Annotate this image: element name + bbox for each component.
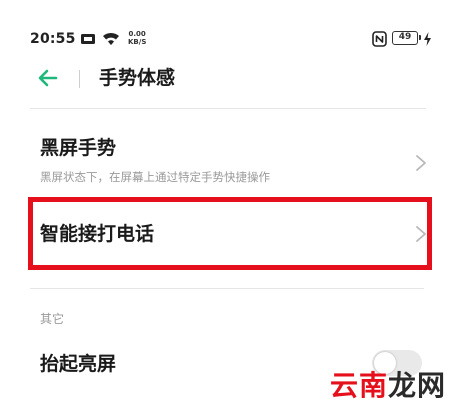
watermark-char-1: 云 xyxy=(330,369,360,402)
network-speed-unit: KB/S xyxy=(128,38,147,46)
status-bar: 20:55 0.00 KB/S 49 xyxy=(0,0,464,47)
row-title: 黑屏手势 xyxy=(40,137,117,159)
row-title: 抬起亮屏 xyxy=(40,353,117,375)
battery-indicator: 49 xyxy=(392,31,421,45)
top-bar: 手势体感 xyxy=(0,56,464,102)
section-label-other: 其它 xyxy=(40,312,65,326)
chevron-right-icon xyxy=(416,226,426,242)
network-speed: 0.00 KB/S xyxy=(128,30,146,46)
watermark-char-2: 南 xyxy=(359,369,389,402)
list-item-screen-off-gestures[interactable]: 黑屏手势 黑屏状态下，在屏幕上通过特定手势快捷操作 xyxy=(0,130,464,188)
header-divider xyxy=(79,70,80,88)
section-rule xyxy=(30,288,424,289)
arrow-left-icon[interactable] xyxy=(34,64,62,92)
watermark-char-3: 龙 xyxy=(388,369,418,402)
nfc-icon xyxy=(372,31,387,47)
row-title: 智能接打电话 xyxy=(40,223,155,245)
chevron-right-icon xyxy=(416,155,426,171)
charging-icon xyxy=(424,32,431,46)
row-subtitle: 黑屏状态下，在屏幕上通过特定手势快捷操作 xyxy=(40,170,270,184)
status-time: 20:55 xyxy=(30,31,76,47)
page-title: 手势体感 xyxy=(99,67,176,89)
header-rule xyxy=(30,108,426,109)
watermark-char-4: 网 xyxy=(417,369,447,402)
list-item-smart-call[interactable]: 智能接打电话 xyxy=(0,205,464,263)
network-speed-value: 0.00 xyxy=(128,30,146,38)
wifi-icon xyxy=(103,32,119,45)
watermark: 云南龙网 xyxy=(330,366,458,406)
notification-icon xyxy=(81,34,95,44)
settings-screen: 20:55 0.00 KB/S 49 手势体感 黑屏手势 黑屏状态下，在屏幕上通… xyxy=(0,0,464,414)
